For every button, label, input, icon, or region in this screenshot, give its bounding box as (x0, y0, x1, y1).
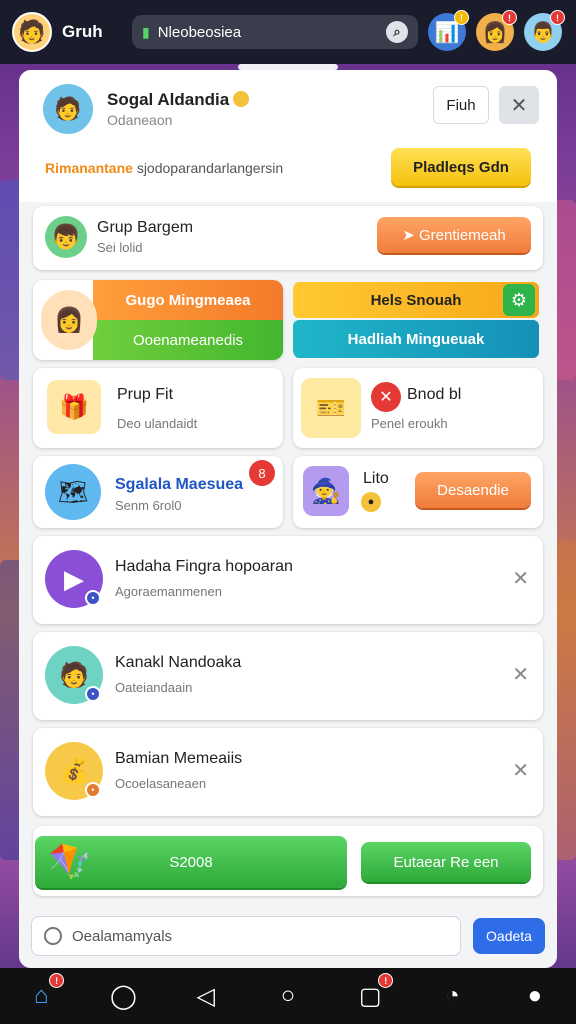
group-action-button[interactable]: ➤ Grentiemeah (377, 217, 531, 253)
reward-card: S2008 🪁 Eutaear Re een (33, 826, 543, 896)
profile-avatar[interactable]: 🧑 (43, 84, 93, 134)
main-panel: 🧑 Sogal Aldandia Odaneaon Fiuh ✕ Rimanan… (19, 70, 557, 968)
chat-bar: Oealamamyals Oadeta (19, 908, 557, 968)
ticket-icon: 🎫 (301, 378, 361, 438)
list-item-title: Kanakl Nandoaka (115, 654, 242, 671)
user-name: Gruh (62, 22, 103, 41)
tile-bottom-label: Ooenameanedis (93, 320, 283, 360)
search-bar[interactable]: ▮ Nleobeosiea ⌕ (132, 15, 418, 49)
list-item[interactable]: 🧑 • Kanakl Nandoaka Oateiandaain ✕ (33, 632, 543, 720)
coin-icon (233, 91, 250, 107)
signal-icon: ▮ (142, 23, 150, 40)
group-title: Grup Bargem (97, 219, 194, 236)
home-icon[interactable]: ⌂! (21, 973, 65, 1016)
badge-icon: • (85, 782, 101, 798)
tile-subtitle: Deo ulandaidt (117, 416, 198, 431)
leaderboard-icon[interactable]: 📊! (428, 10, 469, 51)
top-bar: 🧑 Gruh ▮ Nleobeosiea ⌕ 📊! 👩! 👨! (0, 0, 576, 64)
chat-placeholder: Oealamamyals (72, 927, 173, 945)
list-item-title: Bamian Memeaiis (115, 750, 243, 767)
profile-icon[interactable]: ● (515, 976, 555, 1016)
promo-text: Rimanantane sjodoparandarlangersin (45, 160, 284, 176)
list-item-subtitle: Oateiandaain (115, 680, 193, 695)
list-item[interactable]: 💰 • Bamian Memeaiis Ocoelasaneaen ✕ (33, 728, 543, 816)
panel-header: 🧑 Sogal Aldandia Odaneaon Fiuh ✕ Rimanan… (19, 70, 557, 202)
tile-bottom-label: Hadliah Mingueuak (293, 320, 539, 358)
notification-badge: ! (454, 10, 469, 25)
clock-icon[interactable]: ◔ (433, 976, 473, 1016)
reward-action-button[interactable]: Eutaear Re een (361, 842, 531, 882)
list-item[interactable]: ▶ • Hadaha Fingra hopoaran Agoraemanmene… (33, 536, 543, 624)
list-item-title: Hadaha Fingra hopoaran (115, 558, 293, 575)
user-avatar[interactable]: 🧑 (12, 12, 52, 52)
notification-badge: ! (550, 10, 565, 25)
panel-title: Sogal Aldandia (107, 90, 250, 110)
dismiss-icon[interactable]: ✕ (512, 662, 529, 687)
badge-icon: • (85, 590, 101, 606)
claim-button[interactable]: Pladleqs Gdn (391, 148, 531, 186)
close-icon[interactable]: ✕ (499, 86, 539, 124)
tile-lito[interactable]: 🧙 Lito ● Desaendie (293, 456, 543, 528)
arrow-icon: ➤ (402, 227, 420, 244)
tile-subtitle: Senm 6rol0 (115, 498, 182, 513)
tile-title: Prup Fit (117, 386, 174, 403)
tile-title: Sgalala Maesuea (115, 476, 244, 493)
character-avatar: 👩 (41, 290, 97, 350)
friend-avatar-icon[interactable]: 👩! (476, 10, 517, 51)
badge-icon: • (85, 686, 101, 702)
notification-badge: ! (49, 973, 65, 988)
lito-action-button[interactable]: Desaendie (415, 472, 531, 508)
close-circle-icon: ✕ (371, 382, 401, 412)
badge-icon: 8 (249, 460, 275, 486)
list-item-subtitle: Agoraemanmenen (115, 584, 222, 599)
home-circle-icon[interactable]: ○ (268, 976, 308, 1016)
dismiss-icon[interactable]: ✕ (512, 566, 529, 591)
notification-badge: ! (502, 10, 517, 25)
group-subtitle: Sei lolid (97, 240, 143, 255)
send-button[interactable]: Oadeta (473, 918, 545, 954)
list-item-subtitle: Ocoelasaneaen (115, 776, 207, 791)
system-nav-bar: ⌂! ◯ ◁ ○ ▢! ◔ ● (0, 968, 576, 1024)
tile-special-mission[interactable]: 🗺 Sgalala Maesuea Senm 6rol0 8 (33, 456, 283, 528)
tile-top-label: Gugo Mingmeaea (93, 280, 283, 320)
chat-bubble-icon[interactable]: ◯ (103, 976, 143, 1016)
tile-title: Lito (363, 470, 389, 487)
dismiss-icon[interactable]: ✕ (512, 758, 529, 783)
paper-plane-icon: 🪁 (48, 843, 92, 881)
tile-gift-box[interactable]: 🎁 Prup Fit Deo ulandaidt (33, 368, 283, 448)
chat-input[interactable]: Oealamamyals (31, 916, 461, 956)
tile-subtitle: Penel eroukh (371, 416, 448, 431)
character-icon: 🧙 (303, 466, 349, 516)
notification-badge: ! (378, 973, 394, 988)
gear-icon[interactable]: ⚙ (503, 284, 535, 316)
panel-subtitle: Odaneaon (107, 112, 173, 128)
tile-mission[interactable]: Gugo Mingmeaea Ooenameanedis 👩 (33, 280, 283, 360)
search-icon[interactable]: ⌕ (386, 21, 408, 43)
gift-icon: 🎁 (47, 380, 101, 434)
back-icon[interactable]: ◁ (186, 976, 226, 1016)
group-avatar: 👦 (45, 216, 87, 258)
tile-title: Bnod bl (407, 386, 462, 403)
coin-icon: ● (361, 492, 381, 512)
header-action-button[interactable]: Fiuh (433, 86, 489, 124)
group-card[interactable]: 👦 Grup Bargem Sei lolid ➤ Grentiemeah (33, 206, 543, 270)
attach-icon[interactable] (44, 927, 62, 945)
mission-icon: 🗺 (45, 464, 101, 520)
tile-ticket[interactable]: 🎫 ✕ Bnod bl Penel eroukh (293, 368, 543, 448)
tile-gift[interactable]: Hels Snouah Hadliah Mingueuak ⚙ (293, 280, 543, 360)
recents-icon[interactable]: ▢! (350, 973, 394, 1016)
search-text: Nleobeosiea (157, 23, 242, 41)
friend-avatar-icon[interactable]: 👨! (524, 10, 565, 51)
